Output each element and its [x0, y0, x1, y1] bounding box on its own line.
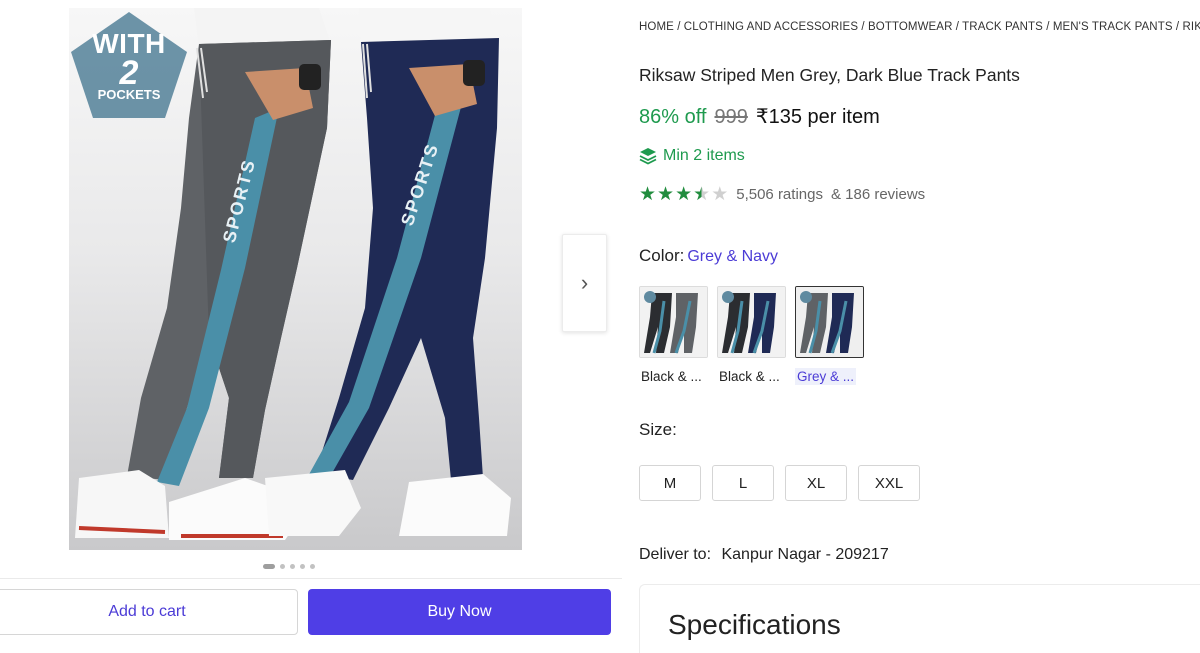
- product-info: HOME / CLOTHING AND ACCESSORIES / BOTTOM…: [639, 0, 1200, 653]
- star-empty-icon: ★: [711, 184, 729, 205]
- star-half-icon: ★: [693, 184, 711, 205]
- color-thumbnail: [717, 286, 786, 358]
- breadcrumb-item[interactable]: HOME: [639, 21, 674, 33]
- pockets-badge: WITH 2 POCKETS: [87, 30, 171, 102]
- specifications-title: Specifications: [668, 609, 841, 640]
- breadcrumb-item[interactable]: RIKSAW: [1183, 21, 1200, 33]
- breadcrumb-item[interactable]: TRACK PANTS: [962, 21, 1043, 33]
- color-option-label: Grey & ...: [795, 368, 857, 385]
- size-heading: Size:: [639, 420, 677, 439]
- color-option-label: Black & ...: [641, 369, 702, 384]
- reviews-count[interactable]: & 186 reviews: [831, 186, 925, 203]
- action-bar: Add to cart Buy Now: [0, 578, 622, 653]
- color-option-selected[interactable]: Grey & ...: [795, 286, 864, 385]
- color-label: Color:: [639, 246, 685, 265]
- color-options: Black & ... Black & ... Grey & ...: [639, 286, 864, 385]
- pants-thumbnail-image: [718, 287, 785, 357]
- pants-thumbnail-image: [640, 287, 707, 357]
- color-option[interactable]: Black & ...: [639, 286, 708, 385]
- buy-now-button[interactable]: Buy Now: [308, 589, 611, 635]
- carousel-dot[interactable]: [290, 564, 295, 569]
- discount-percent: 86% off: [639, 106, 707, 128]
- selling-price: ₹135 per item: [755, 106, 880, 128]
- delivery-pincode: - 209217: [825, 546, 889, 563]
- star-full-icon: ★: [675, 184, 693, 205]
- size-option-xxl[interactable]: XXL: [858, 465, 920, 501]
- price-row: 86% off 999 ₹135 per item: [639, 104, 880, 129]
- original-price: 999: [714, 106, 748, 128]
- delivery-location[interactable]: Deliver to: Kanpur Nagar - 209217: [639, 546, 889, 564]
- min-quantity-text: Min 2 items: [663, 147, 745, 164]
- ratings-count[interactable]: 5,506 ratings: [736, 186, 823, 203]
- badge-line-3: POCKETS: [97, 87, 161, 102]
- add-to-cart-button[interactable]: Add to cart: [0, 589, 298, 635]
- next-image-button[interactable]: ›: [562, 234, 607, 332]
- selected-color: Grey & Navy: [687, 248, 779, 265]
- min-quantity: Min 2 items: [639, 147, 745, 165]
- breadcrumb-item[interactable]: CLOTHING AND ACCESSORIES: [684, 21, 858, 33]
- breadcrumb-item[interactable]: BOTTOMWEAR: [868, 21, 952, 33]
- product-image[interactable]: WITH 2 POCKETS SPORTS SPORTS: [69, 8, 522, 550]
- carousel-dot[interactable]: [280, 564, 285, 569]
- carousel-dot[interactable]: [310, 564, 315, 569]
- chevron-right-icon: ›: [580, 270, 589, 295]
- deliver-to-label: Deliver to:: [639, 546, 712, 563]
- carousel-dots: [263, 564, 315, 569]
- rating-row: ★ ★ ★ ★ ★ 5,506 ratings & 186 reviews: [639, 185, 925, 204]
- specifications-card: Specifications: [639, 584, 1200, 653]
- layers-icon: [639, 148, 657, 165]
- star-full-icon: ★: [639, 184, 657, 205]
- rating-stars: ★ ★ ★ ★ ★: [639, 185, 728, 204]
- star-full-icon: ★: [657, 184, 675, 205]
- color-option[interactable]: Black & ...: [717, 286, 786, 385]
- color-heading: Color: Grey & Navy: [639, 246, 778, 266]
- color-option-label: Black & ...: [719, 369, 780, 384]
- size-option-l[interactable]: L: [712, 465, 774, 501]
- size-options: M L XL XXL: [639, 465, 920, 501]
- size-option-xl[interactable]: XL: [785, 465, 847, 501]
- delivery-city: Kanpur Nagar: [721, 546, 822, 563]
- color-thumbnail: [795, 286, 864, 358]
- breadcrumb: HOME / CLOTHING AND ACCESSORIES / BOTTOM…: [639, 21, 1200, 33]
- product-gallery: WITH 2 POCKETS SPORTS SPORTS › Add to ca…: [0, 0, 622, 653]
- size-option-m[interactable]: M: [639, 465, 701, 501]
- badge-line-2: 2: [119, 54, 139, 92]
- breadcrumb-item[interactable]: MEN'S TRACK PANTS: [1053, 21, 1173, 33]
- carousel-dot[interactable]: [263, 564, 275, 569]
- color-thumbnail: [639, 286, 708, 358]
- product-title: Riksaw Striped Men Grey, Dark Blue Track…: [639, 65, 1020, 85]
- pants-thumbnail-image: [796, 287, 863, 357]
- carousel-dot[interactable]: [300, 564, 305, 569]
